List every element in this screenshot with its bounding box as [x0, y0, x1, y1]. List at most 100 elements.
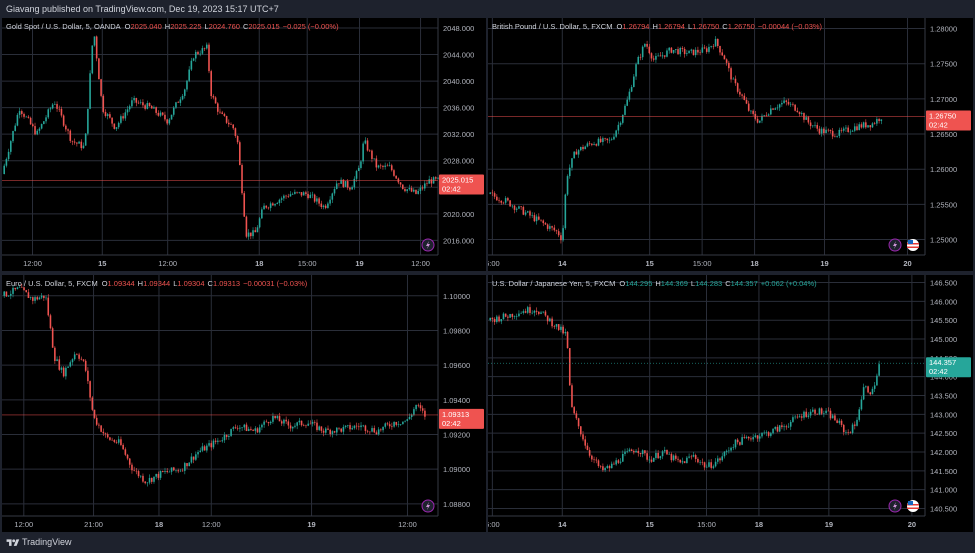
candle-body	[40, 124, 43, 129]
candle-body	[5, 291, 8, 297]
candle-body	[111, 439, 113, 441]
candle-body	[712, 466, 715, 468]
x-tick-label: 18	[255, 259, 263, 268]
candle-body	[128, 106, 131, 110]
candle-body	[199, 450, 202, 453]
candle-body	[500, 200, 503, 203]
candle-body	[672, 49, 675, 53]
candle-body	[76, 354, 78, 355]
candle-body	[155, 107, 157, 113]
candle-body	[327, 428, 329, 430]
candle-body	[498, 200, 500, 201]
candle-body	[560, 235, 562, 241]
candle-body	[865, 386, 867, 388]
symbol-legend[interactable]: British Pound / U.S. Dollar, 5, FXCM O1.2…	[492, 22, 825, 31]
candle-body	[661, 451, 664, 457]
candle-body	[3, 165, 6, 175]
lightning-icon[interactable]	[421, 238, 435, 252]
candle-body	[602, 466, 604, 471]
candle-body	[421, 187, 424, 189]
candle-body	[712, 46, 715, 47]
candle-body	[571, 158, 573, 168]
candle-body	[188, 462, 191, 467]
candle-body	[338, 427, 340, 429]
symbol-legend[interactable]: U.S. Dollar / Japanese Yen, 5, FXCM O144.…	[492, 279, 820, 288]
x-tick-label: 15:00	[298, 259, 317, 268]
lightning-icon[interactable]	[888, 238, 902, 252]
candle-body	[580, 146, 582, 151]
candle-body	[858, 409, 861, 420]
candle-body	[397, 424, 400, 425]
tradingview-logo-icon[interactable]	[6, 538, 20, 548]
chart-pane-eurusd[interactable]: Euro / U.S. Dollar, 5, FXCM O1.09344 H1.09…	[2, 275, 486, 532]
candle-body	[236, 428, 239, 429]
candle-body	[652, 58, 655, 60]
candle-body	[586, 143, 589, 147]
candle-body	[274, 203, 276, 206]
candle-body	[666, 449, 668, 455]
candle-body	[699, 461, 701, 463]
candle-body	[89, 73, 91, 109]
y-tick-label: 1.26000	[930, 165, 957, 174]
candle-body	[586, 445, 589, 451]
candle-body	[650, 459, 653, 462]
candle-body	[234, 128, 237, 137]
symbol-legend[interactable]: Gold Spot / U.S. Dollar, 5, OANDA O2025.0…	[6, 22, 342, 31]
candle-body	[60, 108, 63, 116]
lightning-icon[interactable]	[888, 499, 902, 513]
chart-pane-gbpusd[interactable]: British Pound / U.S. Dollar, 5, FXCM O1.2…	[488, 18, 973, 271]
candle-body	[71, 140, 74, 142]
candle-body	[752, 110, 754, 114]
chart-pane-usdjpy[interactable]: U.S. Dollar / Japanese Yen, 5, FXCM O144.…	[488, 275, 973, 532]
candle-body	[291, 426, 294, 429]
candle-body	[677, 458, 679, 460]
candle-body	[608, 465, 611, 469]
candle-body	[87, 108, 89, 134]
high-label: H	[655, 279, 661, 288]
candle-body	[7, 295, 10, 297]
candle-body	[98, 58, 100, 80]
candle-body	[276, 203, 279, 204]
high-value: 144.369	[660, 279, 688, 288]
symbol-legend[interactable]: Euro / U.S. Dollar, 5, FXCM O1.09344 H1.09…	[6, 279, 310, 288]
candle-body	[27, 116, 30, 118]
candle-body	[197, 452, 199, 455]
countdown-label: 02:42	[442, 185, 461, 194]
us-flag-icon[interactable]	[907, 500, 919, 512]
candle-body	[302, 425, 305, 426]
x-tick-label: 12:00	[158, 259, 177, 268]
x-tick-label: 15:00	[693, 259, 712, 268]
candle-body	[557, 324, 560, 330]
candle-body	[493, 193, 496, 197]
y-tick-label: 2020.000	[443, 210, 474, 219]
x-tick-label: 19	[825, 520, 833, 529]
candle-body	[562, 326, 564, 334]
candle-body	[324, 205, 327, 208]
candle-body	[787, 426, 790, 428]
candle-body	[816, 125, 819, 129]
candle-body	[384, 165, 386, 167]
candle-body	[181, 95, 184, 100]
candle-body	[318, 426, 320, 430]
candle-body	[362, 143, 364, 162]
candle-body	[333, 431, 336, 433]
chart-pane-xauusd[interactable]: Gold Spot / U.S. Dollar, 5, OANDA O2025.0…	[2, 18, 486, 271]
x-tick-label: 12:00	[411, 259, 430, 268]
lightning-icon[interactable]	[421, 499, 435, 513]
y-tick-label: 143.000	[930, 410, 957, 419]
candle-body	[131, 464, 133, 471]
candle-body	[789, 103, 792, 105]
candle-body	[703, 462, 706, 468]
candle-body	[739, 442, 741, 445]
candle-body	[613, 463, 615, 465]
candle-body	[263, 205, 265, 210]
candle-body	[302, 192, 305, 196]
candle-body	[577, 150, 580, 155]
candle-body	[778, 104, 781, 108]
candle-body	[239, 142, 241, 166]
low-value: 1.09304	[177, 279, 205, 288]
candle-body	[610, 139, 613, 140]
candle-body	[800, 113, 803, 114]
us-flag-icon[interactable]	[907, 239, 919, 251]
candle-body	[263, 421, 265, 425]
